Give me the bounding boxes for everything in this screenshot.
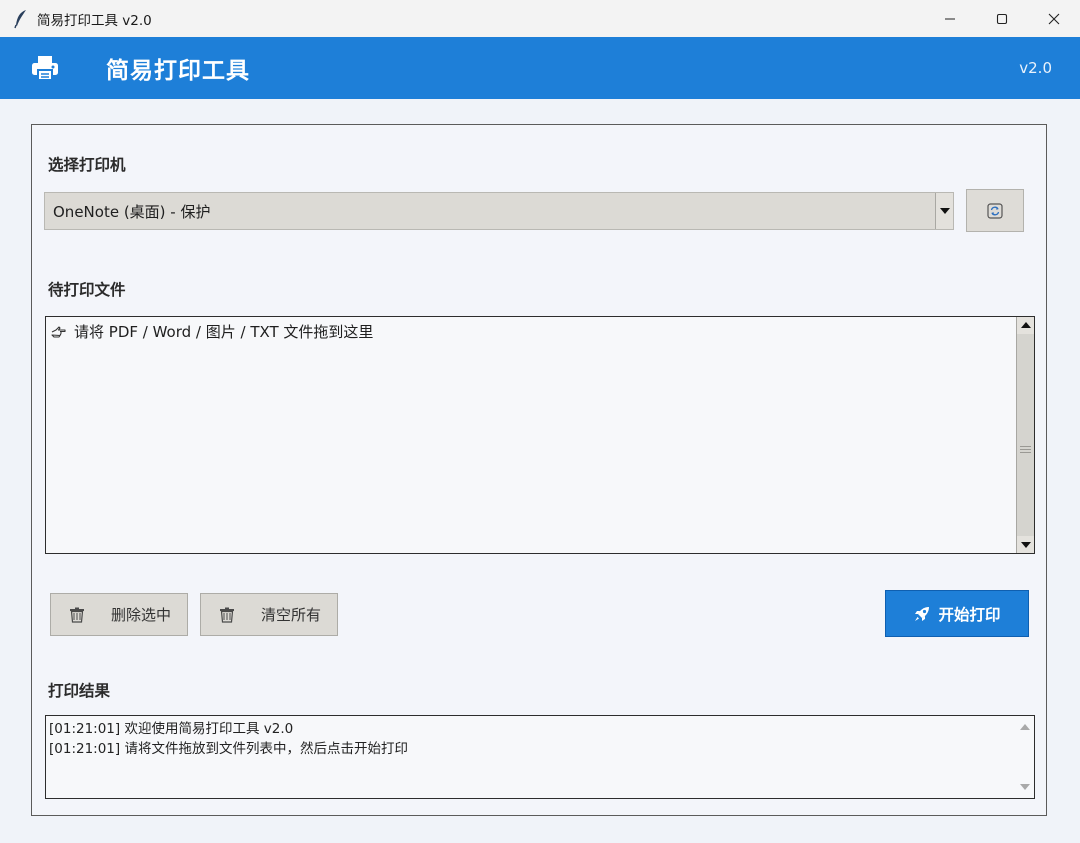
clear-all-button[interactable]: 清空所有	[200, 593, 338, 636]
start-print-button[interactable]: 开始打印	[885, 590, 1029, 637]
feather-icon	[9, 7, 33, 31]
file-list-scrollbar[interactable]	[1016, 317, 1034, 553]
window-titlebar: 简易打印工具 v2.0	[0, 0, 1080, 37]
maximize-icon	[996, 13, 1008, 24]
scroll-down-arrow[interactable]	[1017, 536, 1034, 553]
log-line: [01:21:01] 欢迎使用简易打印工具 v2.0	[49, 721, 294, 737]
printer-section-label: 选择打印机	[48, 156, 126, 174]
scroll-down-arrow[interactable]	[1020, 782, 1030, 792]
file-list-placeholder-text: 请将 PDF / Word / 图片 / TXT 文件拖到这里	[74, 323, 374, 341]
refresh-printers-button[interactable]	[966, 189, 1024, 232]
window-title: 简易打印工具 v2.0	[37, 12, 152, 29]
delete-selected-label: 删除选中	[111, 606, 172, 624]
minimize-icon	[945, 18, 955, 19]
trash-icon	[70, 607, 84, 623]
files-section-label: 待打印文件	[48, 281, 126, 299]
chevron-down-icon[interactable]	[935, 193, 953, 229]
result-section-label: 打印结果	[48, 682, 111, 700]
scroll-up-arrow[interactable]	[1020, 722, 1030, 732]
delete-selected-button[interactable]: 删除选中	[50, 593, 188, 636]
scroll-thumb[interactable]	[1017, 334, 1034, 536]
clear-all-label: 清空所有	[261, 606, 322, 624]
printer-select[interactable]: OneNote (桌面) - 保护	[44, 192, 954, 230]
start-print-label: 开始打印	[938, 605, 1001, 624]
refresh-icon	[987, 202, 1003, 219]
pointing-hand-icon	[51, 325, 66, 338]
rocket-icon	[915, 606, 930, 621]
maximize-button[interactable]	[976, 0, 1028, 37]
app-title: 简易打印工具	[106, 58, 250, 84]
scroll-up-arrow[interactable]	[1017, 317, 1034, 334]
log-line: [01:21:01] 请将文件拖放到文件列表中，然后点击开始打印	[49, 741, 408, 757]
printer-icon	[32, 56, 58, 81]
app-version: v2.0	[1019, 59, 1052, 77]
trash-icon	[220, 607, 234, 623]
printer-select-value: OneNote (桌面) - 保护	[53, 202, 211, 221]
file-list[interactable]: 请将 PDF / Word / 图片 / TXT 文件拖到这里	[45, 316, 1035, 554]
app-header: 简易打印工具 v2.0	[0, 37, 1080, 99]
minimize-button[interactable]	[924, 0, 976, 37]
close-icon	[1048, 13, 1060, 24]
result-log[interactable]: [01:21:01] 欢迎使用简易打印工具 v2.0 [01:21:01] 请将…	[45, 715, 1035, 799]
file-list-placeholder: 请将 PDF / Word / 图片 / TXT 文件拖到这里	[50, 321, 373, 342]
close-button[interactable]	[1028, 0, 1080, 37]
